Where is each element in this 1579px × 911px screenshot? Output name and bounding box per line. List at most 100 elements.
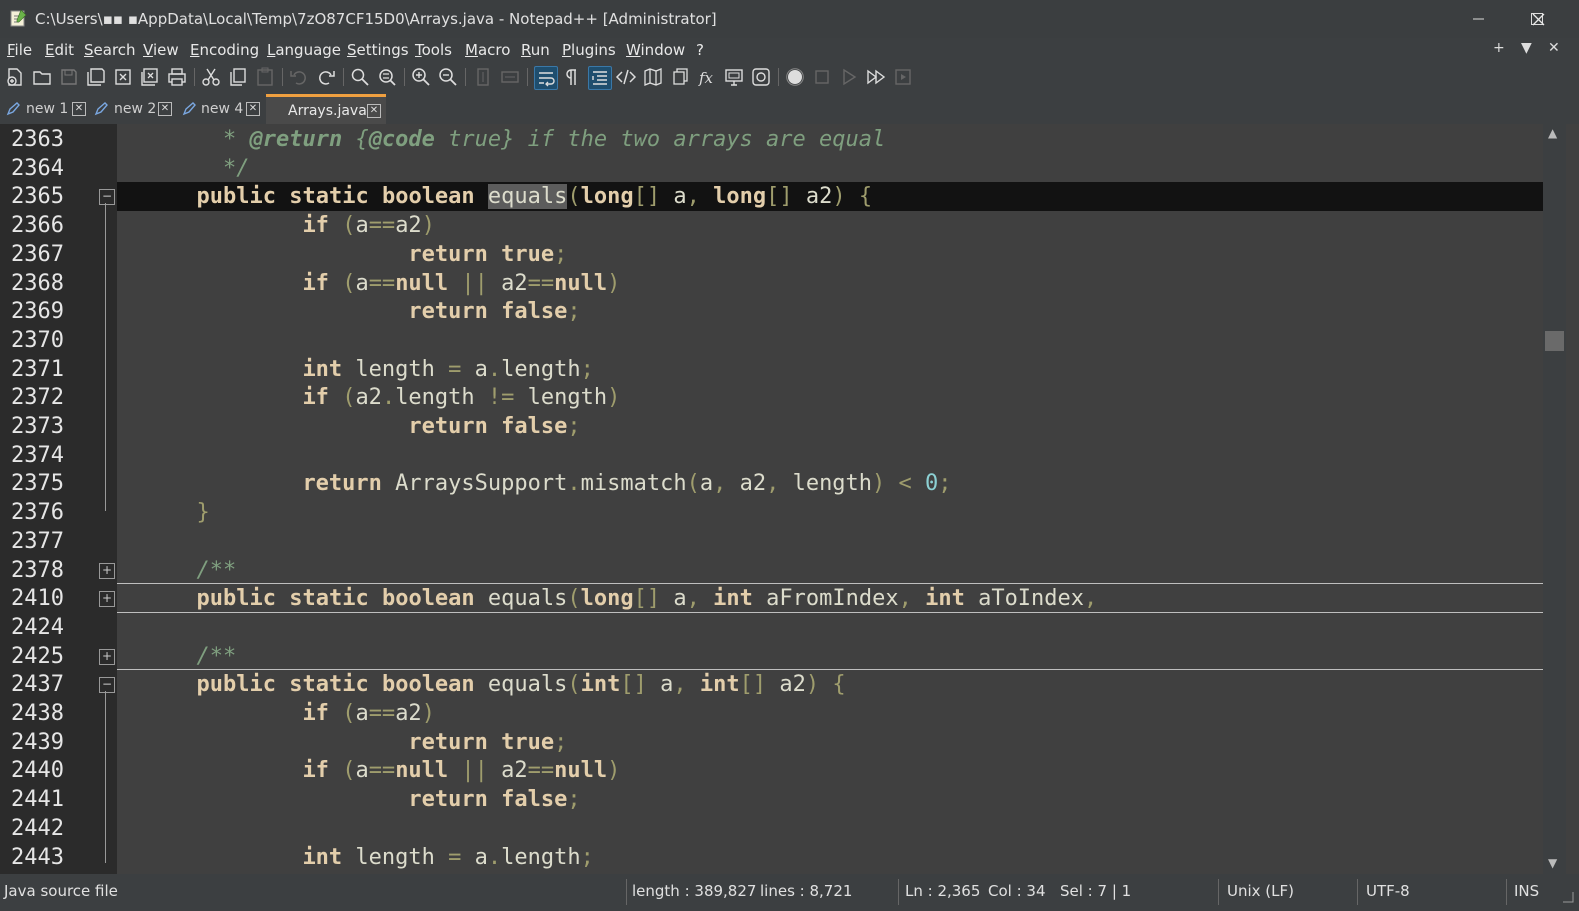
redo-icon[interactable] (315, 66, 337, 88)
replace-icon[interactable] (376, 66, 398, 88)
run-macro-multiple-icon[interactable] (865, 66, 887, 88)
menu-file[interactable]: File (7, 41, 32, 59)
menu-edit[interactable]: Edit (45, 41, 74, 59)
fold-expand-icon[interactable]: + (99, 562, 115, 579)
tab-arrays-java[interactable]: Arrays.java ✕ (266, 94, 386, 124)
code-line[interactable]: return false; (117, 297, 1543, 326)
cut-icon[interactable] (200, 66, 222, 88)
code-line[interactable]: } (117, 498, 1543, 527)
menu-settings[interactable]: Settings (347, 41, 409, 59)
word-wrap-icon[interactable] (534, 66, 558, 90)
xml-tag-icon[interactable] (615, 66, 637, 88)
tab-new-4[interactable]: new 4 ✕ (180, 97, 264, 121)
tab-close-icon[interactable]: ✕ (246, 102, 260, 116)
save-macro-icon[interactable] (892, 66, 914, 88)
save-all-icon[interactable] (85, 66, 107, 88)
print-icon[interactable] (166, 66, 188, 88)
status-encoding[interactable]: UTF-8 (1366, 882, 1410, 900)
close-all-icon[interactable] (139, 66, 161, 88)
open-file-icon[interactable] (31, 66, 53, 88)
tab-list-dropdown-button[interactable]: ▼ (1521, 40, 1532, 56)
menu-view[interactable]: View (143, 41, 179, 59)
code-line[interactable]: if (a==null || a2==null) (117, 756, 1543, 785)
fold-expand-icon[interactable]: + (99, 648, 115, 665)
new-tab-plus-button[interactable]: + (1493, 40, 1505, 56)
folder-workspace-icon[interactable] (723, 66, 745, 88)
code-line[interactable]: return false; (117, 785, 1543, 814)
menu-window[interactable]: Window (626, 41, 685, 59)
code-line[interactable]: int length = a.length; (117, 355, 1543, 384)
fold-collapse-icon[interactable]: − (99, 677, 115, 694)
copy-icon[interactable] (227, 66, 249, 88)
code-line[interactable] (117, 326, 1543, 355)
menu-help[interactable]: ? (696, 41, 704, 59)
code-line[interactable]: if (a==null || a2==null) (117, 269, 1543, 298)
code-line[interactable] (117, 527, 1543, 556)
fold-margin[interactable] (105, 124, 117, 874)
menu-search[interactable]: Search (84, 41, 136, 59)
find-icon[interactable] (349, 66, 371, 88)
close-document-button[interactable]: ✕ (1548, 40, 1560, 56)
current-code-line[interactable]: public static boolean equals(long[] a, l… (117, 182, 1543, 212)
record-macro-icon[interactable] (784, 66, 806, 88)
save-icon[interactable] (58, 66, 80, 88)
scroll-down-arrow-icon[interactable]: ▼ (1548, 856, 1557, 870)
resize-grip-icon[interactable] (1562, 891, 1574, 903)
tab-close-icon[interactable]: ✕ (158, 102, 172, 116)
menu-tools[interactable]: Tools (415, 41, 452, 59)
code-token: aFromIndex (752, 586, 899, 612)
code-line[interactable]: public static boolean equals(long[] a, i… (117, 584, 1543, 613)
code-editor[interactable]: 2363 2364 2365 2366 2367 2368 2369 2370 2371 2372… (0, 124, 1579, 874)
scroll-up-arrow-icon[interactable]: ▲ (1548, 126, 1557, 140)
tab-close-icon[interactable]: ✕ (72, 102, 86, 116)
tab-new-2[interactable]: new 2 ✕ (92, 97, 178, 121)
tab-new-1[interactable]: new 1 ✕ (4, 97, 90, 121)
menu-run[interactable]: Run (521, 41, 550, 59)
menu-encoding[interactable]: Encoding (190, 41, 259, 59)
document-map-icon[interactable] (642, 66, 664, 88)
function-list-icon[interactable]: fx (696, 66, 718, 88)
document-list-icon[interactable] (669, 66, 691, 88)
fold-expand-icon[interactable]: + (99, 591, 115, 608)
code-line[interactable]: int length = a.length; (117, 843, 1543, 872)
undo-icon[interactable] (288, 66, 310, 88)
scrollbar-thumb[interactable] (1545, 331, 1564, 351)
code-line[interactable]: /** (117, 556, 1543, 585)
code-line[interactable]: return true; (117, 240, 1543, 269)
code-line[interactable]: return false; (117, 412, 1543, 441)
sync-vertical-icon[interactable] (472, 66, 494, 88)
code-line[interactable]: */ (117, 154, 1543, 183)
close-window-button[interactable] (1509, 0, 1567, 38)
tab-close-icon[interactable]: ✕ (367, 104, 381, 118)
indent-guide-icon[interactable] (588, 66, 612, 90)
code-line[interactable]: return true; (117, 728, 1543, 757)
zoom-in-icon[interactable] (410, 66, 432, 88)
menu-language[interactable]: Language (267, 41, 341, 59)
code-line[interactable]: /** (117, 642, 1543, 671)
code-line[interactable]: if (a==a2) (117, 699, 1543, 728)
sync-horizontal-icon[interactable] (499, 66, 521, 88)
vertical-scrollbar[interactable]: ▲ ▼ (1543, 124, 1566, 874)
stop-record-icon[interactable] (811, 66, 833, 88)
code-area[interactable]: * @return {@code true} if the two arrays… (117, 124, 1543, 874)
paste-icon[interactable] (254, 66, 276, 88)
fold-collapse-icon[interactable]: − (99, 189, 115, 206)
show-all-chars-icon[interactable] (561, 66, 583, 88)
status-insert-mode[interactable]: INS (1514, 882, 1539, 900)
code-line[interactable]: if (a2.length != length) (117, 383, 1543, 412)
playback-macro-icon[interactable] (838, 66, 860, 88)
code-line[interactable] (117, 613, 1543, 642)
code-line[interactable] (117, 441, 1543, 470)
code-line[interactable]: return ArraysSupport.mismatch(a, a2, len… (117, 469, 1543, 498)
code-line[interactable] (117, 814, 1543, 843)
zoom-out-icon[interactable] (437, 66, 459, 88)
monitoring-icon[interactable] (750, 66, 772, 88)
code-line[interactable]: if (a==a2) (117, 211, 1543, 240)
close-icon[interactable] (112, 66, 134, 88)
menu-macro[interactable]: Macro (465, 41, 510, 59)
status-eol[interactable]: Unix (LF) (1227, 882, 1294, 900)
menu-plugins[interactable]: Plugins (562, 41, 616, 59)
new-file-icon[interactable] (4, 66, 26, 88)
code-line[interactable]: * @return {@code true} if the two arrays… (117, 125, 1543, 154)
code-line[interactable]: public static boolean equals(int[] a, in… (117, 670, 1543, 699)
